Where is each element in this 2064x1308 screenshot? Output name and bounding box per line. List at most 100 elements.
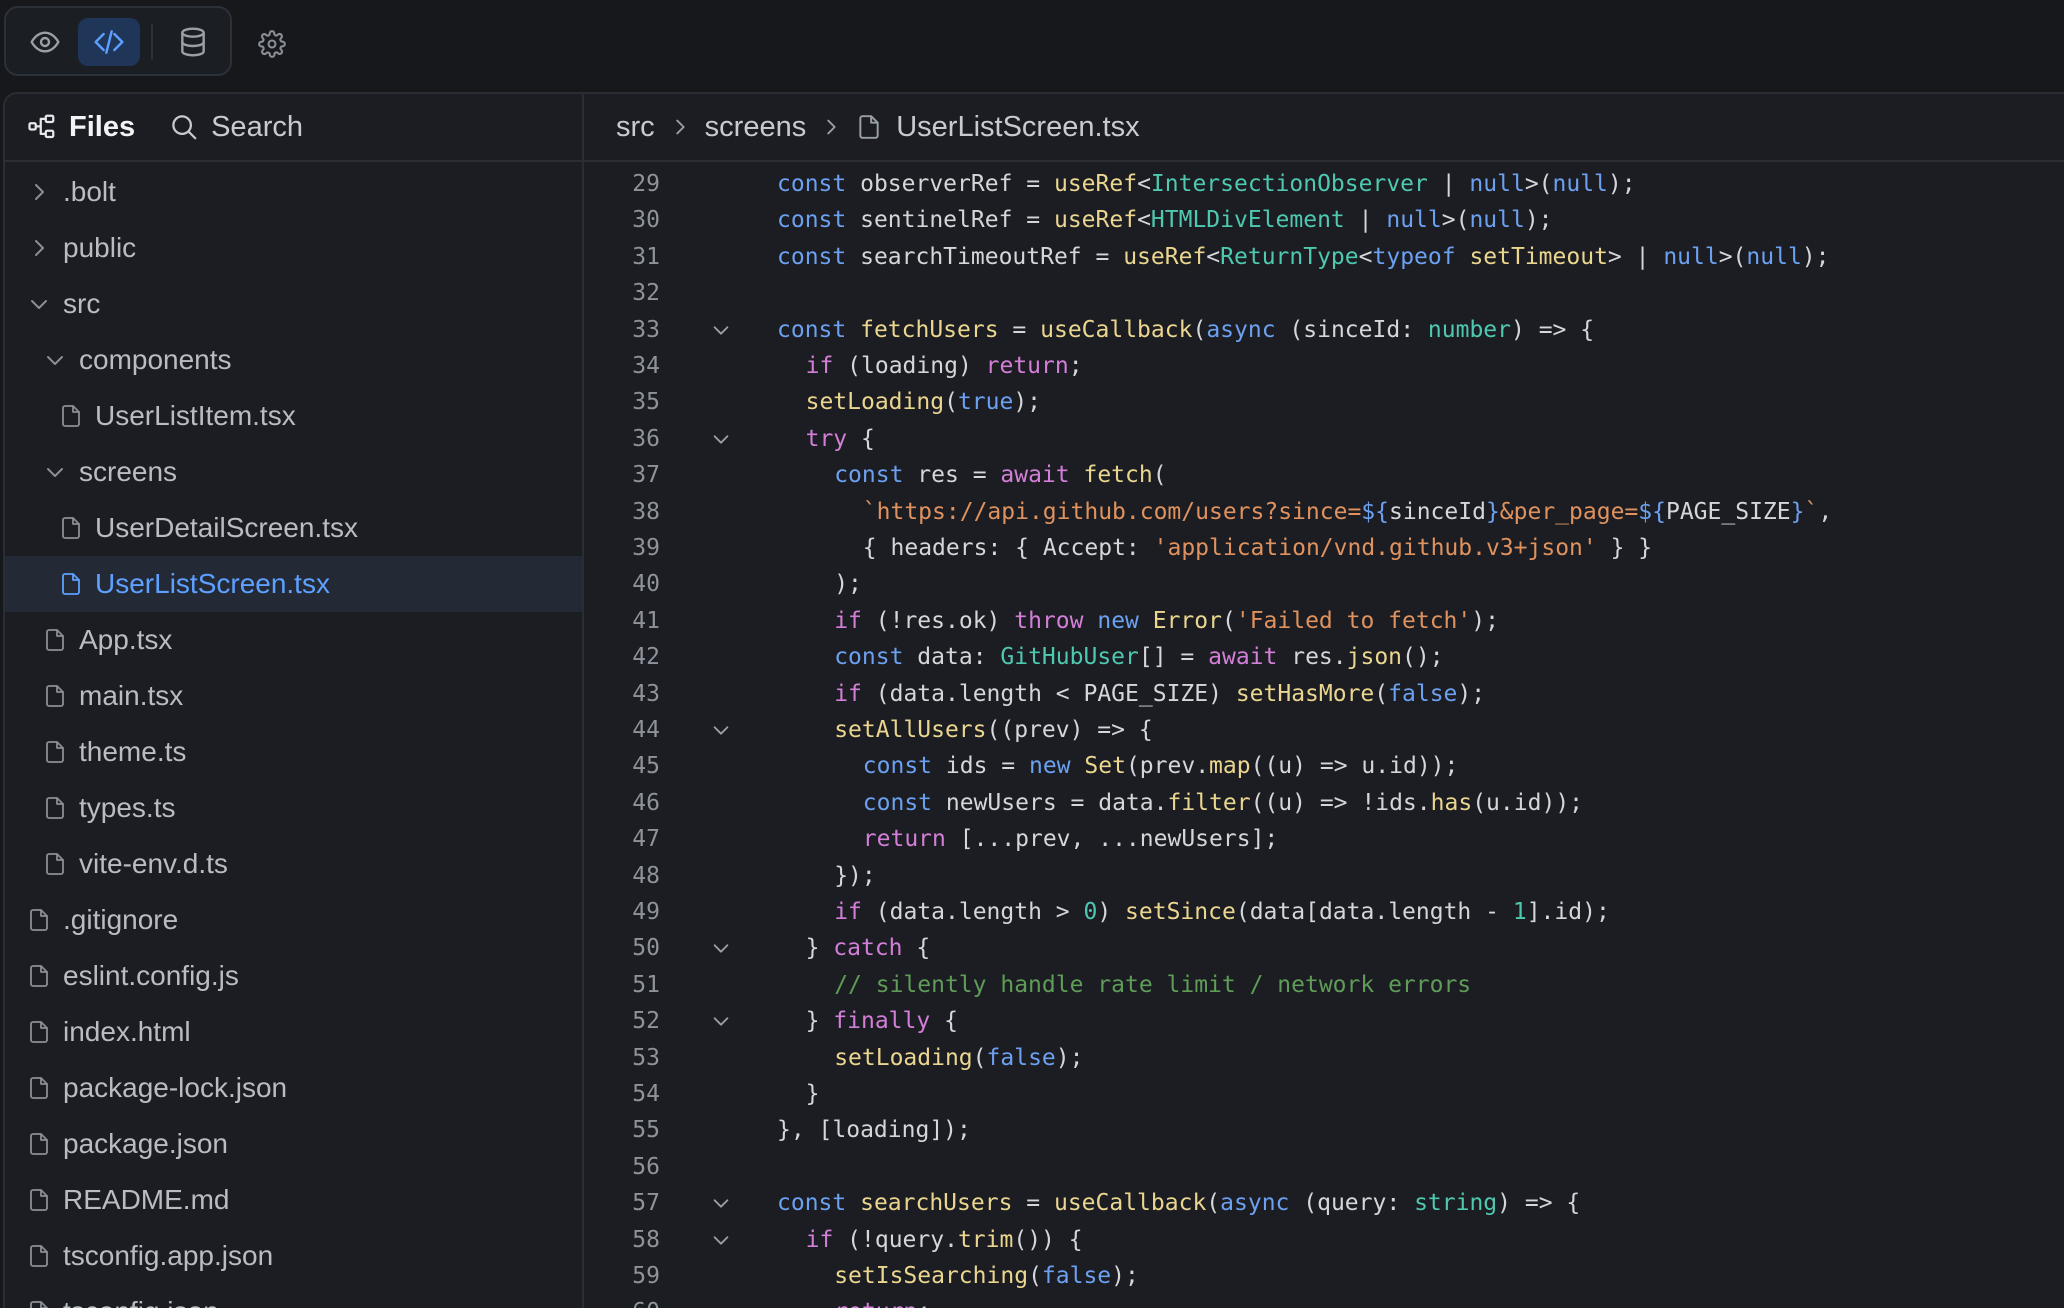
- code-token: const: [862, 789, 933, 816]
- code-token: .: [1416, 789, 1431, 816]
- chevron-right-icon: [35, 184, 44, 200]
- code-token: (!: [861, 607, 904, 634]
- code-token: finally: [833, 1008, 931, 1035]
- code-token: 0: [1083, 899, 1098, 925]
- preview-button[interactable]: [14, 18, 76, 66]
- database-icon: [181, 27, 205, 57]
- tree-file[interactable]: package-lock.json: [5, 1060, 582, 1116]
- line-number: 43: [632, 680, 660, 707]
- tree-file[interactable]: README.md: [5, 1172, 582, 1228]
- code-token: useRef: [1053, 171, 1138, 197]
- tree-file[interactable]: package.json: [5, 1116, 582, 1172]
- code-token: map: [1209, 753, 1251, 780]
- code-token: setSince: [1125, 899, 1236, 925]
- line-number: 50: [632, 935, 660, 962]
- tab-search[interactable]: Search: [169, 94, 303, 160]
- tree-item-label: tsconfig.app.json: [63, 1240, 274, 1271]
- line-number: 53: [632, 1044, 660, 1071]
- tree-file[interactable]: eslint.config.js: [5, 948, 582, 1004]
- tree-file[interactable]: index.html: [5, 1004, 582, 1060]
- code-token: (: [861, 899, 890, 925]
- tree-file[interactable]: .gitignore: [5, 892, 582, 948]
- code-token: searchTimeoutRef: [846, 243, 1096, 270]
- settings-button[interactable]: [248, 20, 296, 68]
- tree-item-label: screens: [79, 456, 178, 487]
- tree-folder[interactable]: screens: [5, 444, 582, 500]
- code-token: const: [777, 171, 847, 197]
- tree-folder[interactable]: .bolt: [5, 164, 582, 220]
- code-token: sentinelRef: [846, 207, 1027, 234]
- file-icon: [30, 1021, 48, 1043]
- code-token: >: [1041, 899, 1084, 925]
- code-token: (: [1028, 1263, 1042, 1289]
- code-token: );: [1607, 171, 1636, 197]
- chevron-down-icon: [47, 468, 63, 477]
- top-toolbar: [0, 0, 2064, 92]
- code-text: const res = await fetch(: [834, 457, 1166, 493]
- code-token: ): [986, 607, 1015, 634]
- tree-folder[interactable]: components: [5, 332, 582, 388]
- tree-file[interactable]: theme.ts: [5, 724, 582, 780]
- code-token: );: [1013, 389, 1042, 416]
- code-token: <: [1206, 243, 1221, 270]
- code-token: (: [972, 1044, 987, 1071]
- tree-file[interactable]: tsconfig.json: [5, 1284, 582, 1308]
- tree-file[interactable]: types.ts: [5, 780, 582, 836]
- tree-folder[interactable]: src: [5, 276, 582, 332]
- code-token: async: [1206, 316, 1276, 343]
- line-number: 54: [632, 1081, 660, 1107]
- tab-files[interactable]: Files: [27, 94, 135, 160]
- code-token: (: [1152, 462, 1167, 489]
- fold-chevron-icon[interactable]: [710, 1192, 732, 1214]
- code-text: return [...prev, ...newUsers];: [863, 821, 1278, 857]
- code-token: (: [833, 353, 861, 379]
- code-token: ${: [1361, 498, 1389, 525]
- code-token: GitHubUser: [1000, 644, 1139, 671]
- tree-file[interactable]: UserListItem.tsx: [5, 388, 582, 444]
- database-button[interactable]: [162, 18, 224, 66]
- file-icon: [62, 405, 80, 427]
- code-text: const ids = new Set(prev.map((u) => u.id…: [863, 748, 1459, 784]
- code-token: );: [834, 571, 862, 598]
- code-line: 54}: [584, 1076, 2064, 1112]
- tree-file[interactable]: UserDetailScreen.tsx: [5, 500, 582, 556]
- code-text: `https://api.github.com/users?since=${si…: [863, 494, 1832, 530]
- fold-chevron-icon[interactable]: [710, 1229, 732, 1251]
- code-token: :: [972, 644, 1001, 671]
- tree-file[interactable]: vite-env.d.ts: [5, 836, 582, 892]
- code-token: ];: [1250, 826, 1279, 853]
- code-token: );: [1055, 1044, 1084, 1071]
- code-line: 45 const ids = new Set(prev.map((u) => u.…: [584, 748, 2064, 784]
- file-icon: [46, 629, 64, 651]
- tree-file[interactable]: tsconfig.app.json: [5, 1228, 582, 1284]
- fold-chevron-icon[interactable]: [710, 719, 732, 741]
- fold-chevron-icon[interactable]: [710, 937, 732, 959]
- fold-chevron-icon[interactable]: [710, 319, 732, 341]
- code-token: .: [944, 1226, 958, 1253]
- tree-item-label: package.json: [63, 1128, 229, 1159]
- line-number: 37: [632, 462, 660, 489]
- tree-file[interactable]: App.tsx: [5, 612, 582, 668]
- chevron-down-icon: [47, 356, 63, 365]
- code-token: async: [1220, 1190, 1290, 1217]
- code-area[interactable]: 29 const observerRef = useRef<Intersectio…: [584, 164, 2064, 1308]
- tree-item-label: UserListItem.tsx: [95, 400, 296, 431]
- file-icon: [46, 853, 64, 875]
- tree-folder[interactable]: public: [5, 220, 582, 276]
- file-icon: [30, 1245, 48, 1267]
- code-token: >(: [1441, 207, 1470, 234]
- tree-item-label: UserListScreen.tsx: [95, 568, 330, 599]
- code-token: if: [834, 899, 862, 925]
- code-token: |: [1427, 171, 1470, 197]
- tree-file[interactable]: UserListScreen.tsx: [5, 556, 582, 612]
- code-token: u: [1361, 753, 1376, 780]
- code-token: {: [902, 935, 931, 962]
- fold-chevron-icon[interactable]: [710, 428, 732, 450]
- code-token: );: [1582, 899, 1610, 925]
- code-button[interactable]: [78, 18, 140, 66]
- breadcrumb-item-src[interactable]: src: [616, 111, 655, 144]
- breadcrumb-item-screens[interactable]: screens: [705, 111, 807, 144]
- fold-chevron-icon[interactable]: [710, 1010, 732, 1032]
- tree-file[interactable]: main.tsx: [5, 668, 582, 724]
- breadcrumb-item-file[interactable]: UserListScreen.tsx: [896, 111, 1139, 144]
